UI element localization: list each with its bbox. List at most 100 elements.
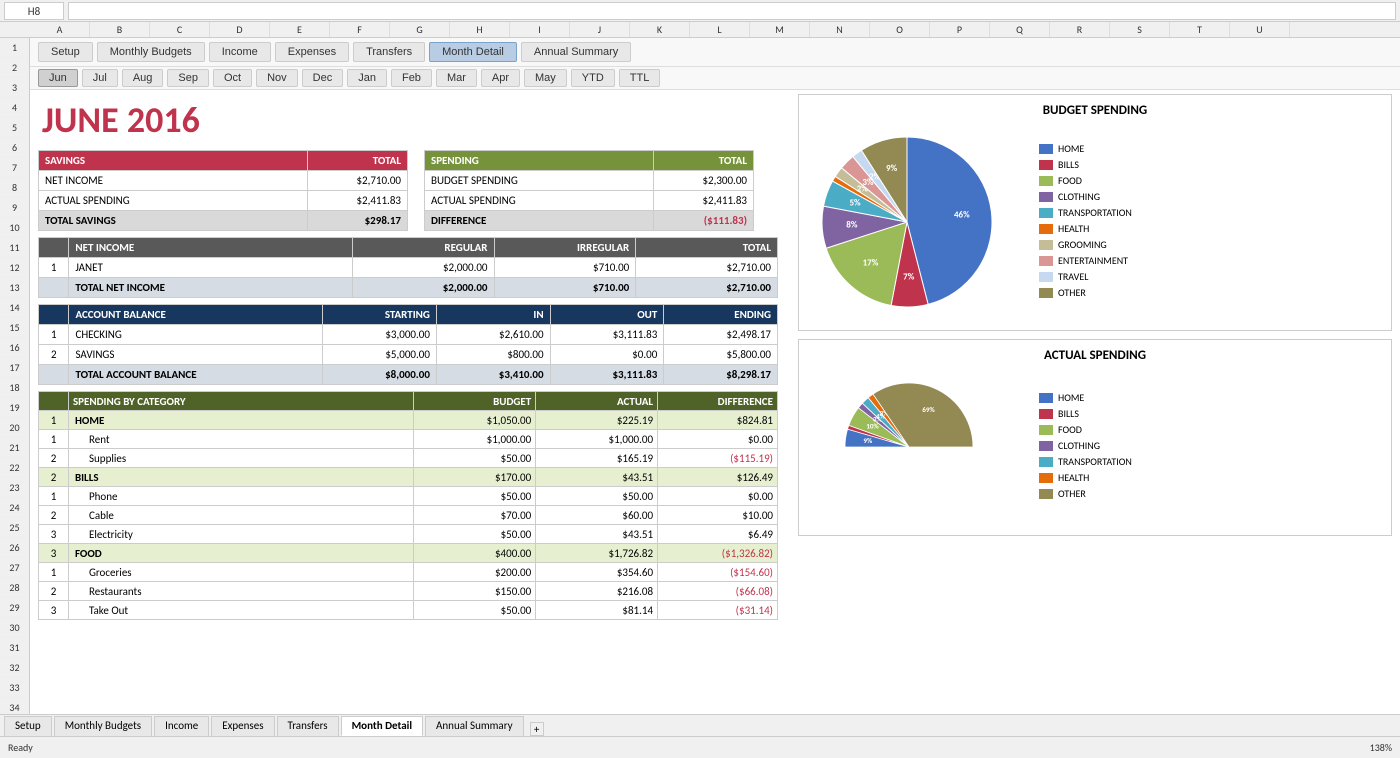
actual-legend-color-other — [1039, 489, 1053, 499]
row-num-9: 9 — [0, 198, 29, 218]
sbc-cat-9: Restaurants — [68, 582, 413, 601]
budget-spending-value: $2,300.00 — [654, 171, 754, 191]
nov-btn[interactable]: Nov — [256, 69, 298, 87]
row-num-2: 2 — [0, 58, 29, 78]
formula-input[interactable] — [68, 2, 1396, 20]
spending-cat-section: SPENDING BY CATEGORY BUDGET ACTUAL DIFFE… — [38, 391, 782, 620]
sbc-budget-9: $150.00 — [414, 582, 536, 601]
actual-legend-item-home: HOME — [1039, 391, 1132, 404]
budget-legend-color-transportation — [1039, 208, 1053, 218]
jul-btn[interactable]: Jul — [82, 69, 118, 87]
sbc-row-8: 1Groceries$200.00$354.60($154.60) — [39, 563, 778, 582]
dec-btn[interactable]: Dec — [302, 69, 344, 87]
oct-btn[interactable]: Oct — [213, 69, 252, 87]
budget-legend-color-grooming — [1039, 240, 1053, 250]
sbc-actual-9: $216.08 — [536, 582, 658, 601]
row-num-20: 20 — [0, 418, 29, 438]
row-num-12: 12 — [0, 258, 29, 278]
row-num-22: 22 — [0, 458, 29, 478]
sbc-diff-2: ($115.19) — [658, 449, 778, 468]
budget-legend-label-home: HOME — [1058, 142, 1084, 155]
status-right: 138% — [1370, 741, 1392, 754]
janet-name: JANET — [69, 258, 352, 278]
sbc-budget-6: $50.00 — [414, 525, 536, 544]
budget-chart-inner: 46%7%17%8%5%2%3%2%9% HOMEBILLSFOODCLOTHI… — [807, 122, 1383, 322]
actual-legend-label-bills: BILLS — [1058, 407, 1079, 420]
savings-out: $0.00 — [550, 345, 664, 365]
svg-text:46%: 46% — [954, 209, 970, 220]
net-income-value: $2,710.00 — [308, 171, 408, 191]
savings-header-row: SAVINGS TOTAL — [39, 151, 408, 171]
apr-btn[interactable]: Apr — [481, 69, 520, 87]
setup-tab[interactable]: Setup — [4, 716, 52, 736]
may-btn[interactable]: May — [524, 69, 567, 87]
budget-legend-label-health: HEALTH — [1058, 222, 1089, 235]
col-header-h: H — [450, 22, 510, 37]
savings-in: $800.00 — [436, 345, 550, 365]
feb-btn[interactable]: Feb — [391, 69, 432, 87]
actual-legend: HOMEBILLSFOODCLOTHINGTRANSPORTATIONHEALT… — [1027, 391, 1132, 503]
jan-btn[interactable]: Jan — [347, 69, 387, 87]
mar-btn[interactable]: Mar — [436, 69, 477, 87]
sbc-diff-header: DIFFERENCE — [658, 392, 778, 411]
sbc-num-8: 1 — [39, 563, 69, 582]
sbc-budget-4: $50.00 — [414, 487, 536, 506]
income-btn[interactable]: Income — [209, 42, 271, 62]
sbc-budget-header: BUDGET — [414, 392, 536, 411]
ytd-btn[interactable]: YTD — [571, 69, 615, 87]
annual-summary-btn[interactable]: Annual Summary — [521, 42, 631, 62]
sbc-diff-4: $0.00 — [658, 487, 778, 506]
sbc-num-4: 1 — [39, 487, 69, 506]
jun-btn[interactable]: Jun — [38, 69, 78, 87]
svg-text:7%: 7% — [903, 271, 915, 282]
sbc-num-10: 3 — [39, 601, 69, 620]
cell-reference[interactable]: H8 — [4, 2, 64, 20]
sbc-cat-8: Groceries — [68, 563, 413, 582]
total-ni-irregular: $710.00 — [494, 278, 636, 298]
spending-cat-table: SPENDING BY CATEGORY BUDGET ACTUAL DIFFE… — [38, 391, 778, 620]
expenses-tab[interactable]: Expenses — [211, 716, 274, 736]
monthly-budgets-btn[interactable]: Monthly Budgets — [97, 42, 205, 62]
transfers-tab[interactable]: Transfers — [277, 716, 339, 736]
monthly-budgets-tab[interactable]: Monthly Budgets — [54, 716, 152, 736]
annual-summary-tab[interactable]: Annual Summary — [425, 716, 524, 736]
col-header-g: G — [390, 22, 450, 37]
month-detail-btn[interactable]: Month Detail — [429, 42, 517, 62]
sbc-num-3: 2 — [39, 468, 69, 487]
budget-legend-color-entertainment — [1039, 256, 1053, 266]
budget-legend-item-transportation: TRANSPORTATION — [1039, 206, 1132, 219]
sbc-cat-10: Take Out — [68, 601, 413, 620]
spending-total-header: TOTAL — [654, 151, 754, 171]
row-num-24: 24 — [0, 498, 29, 518]
sbc-row-5: 2Cable$70.00$60.00$10.00 — [39, 506, 778, 525]
savings-label: SAVINGS — [39, 151, 308, 171]
budget-legend-label-transportation: TRANSPORTATION — [1058, 206, 1132, 219]
sbc-actual-8: $354.60 — [536, 563, 658, 582]
row-num-30: 30 — [0, 618, 29, 638]
month-detail-tab[interactable]: Month Detail — [341, 716, 423, 736]
col-header-l: L — [690, 22, 750, 37]
row-num-14: 14 — [0, 298, 29, 318]
transfers-btn[interactable]: Transfers — [353, 42, 425, 62]
expenses-btn[interactable]: Expenses — [275, 42, 349, 62]
add-sheet-btn[interactable]: + — [530, 722, 544, 736]
row-num-29: 29 — [0, 598, 29, 618]
income-tab[interactable]: Income — [154, 716, 209, 736]
budget-legend-item-home: HOME — [1039, 142, 1132, 155]
formula-bar-container: H8 — [0, 0, 1400, 22]
svg-text:5%: 5% — [849, 197, 861, 208]
col-header-n: N — [810, 22, 870, 37]
budget-legend-label-clothing: CLOTHING — [1058, 190, 1100, 203]
budget-pie-svg: 46%7%17%8%5%2%3%2%9% — [807, 122, 1027, 322]
sbc-cat-6: Electricity — [68, 525, 413, 544]
total-ab-label: TOTAL ACCOUNT BALANCE — [69, 365, 323, 385]
total-savings-label: TOTAL SAVINGS — [39, 211, 308, 231]
row-num-32: 32 — [0, 658, 29, 678]
row-num-5: 5 — [0, 118, 29, 138]
ttl-btn[interactable]: TTL — [619, 69, 661, 87]
sep-btn[interactable]: Sep — [167, 69, 209, 87]
setup-btn[interactable]: Setup — [38, 42, 93, 62]
budget-legend-color-travel — [1039, 272, 1053, 282]
row-num-6: 6 — [0, 138, 29, 158]
aug-btn[interactable]: Aug — [122, 69, 164, 87]
